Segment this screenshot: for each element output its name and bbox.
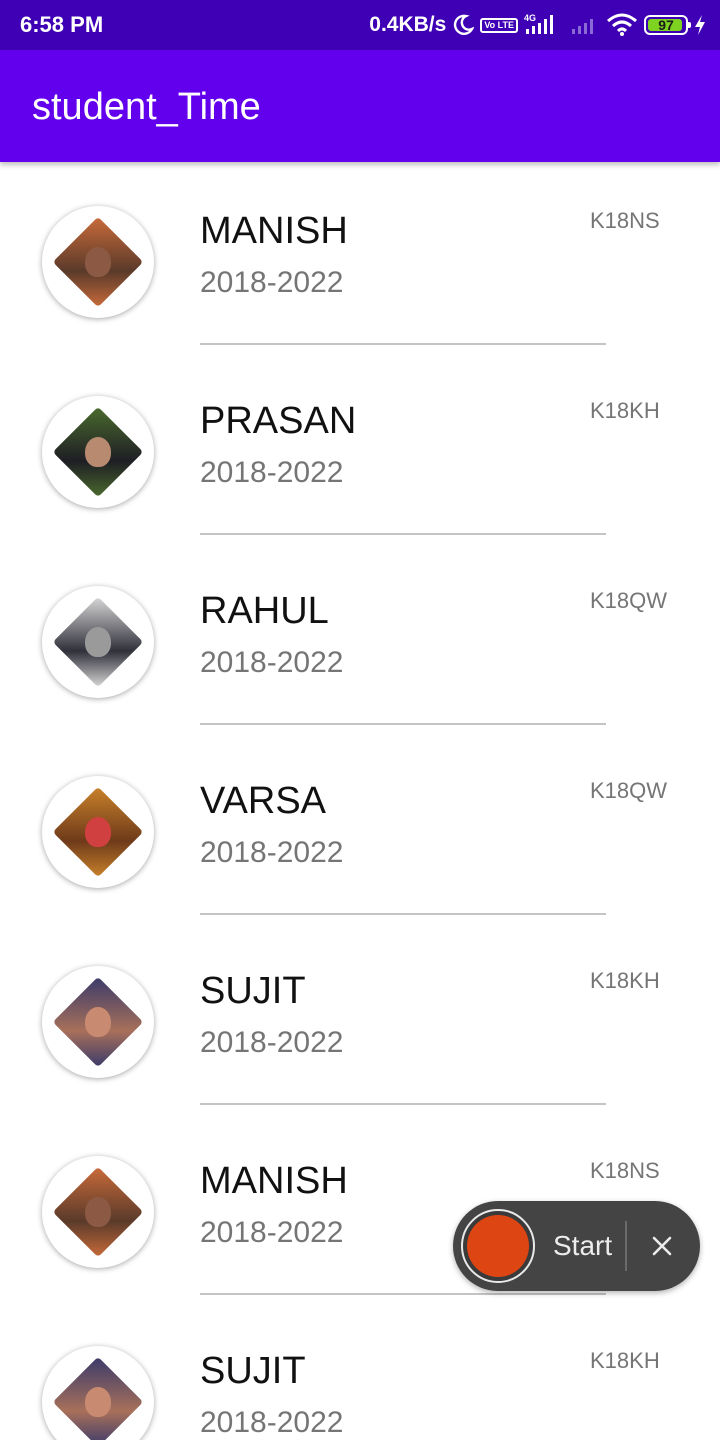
close-recorder-button[interactable] [643, 1227, 681, 1265]
wifi-icon [606, 13, 638, 37]
status-time: 6:58 PM [20, 12, 104, 37]
student-row[interactable]: PRASAN 2018-2022 K18KH [0, 352, 720, 542]
screen-recorder-overlay: Start [453, 1201, 700, 1291]
student-avatar [42, 1346, 154, 1440]
student-name: RAHUL [200, 590, 329, 632]
student-section: K18KH [590, 968, 660, 993]
recorder-divider [625, 1221, 627, 1271]
student-years: 2018-2022 [200, 1406, 344, 1439]
student-years: 2018-2022 [200, 646, 344, 679]
student-row[interactable]: SUJIT 2018-2022 K18KH [0, 922, 720, 1112]
row-divider [200, 1293, 606, 1295]
start-button[interactable]: Start [553, 1230, 612, 1262]
row-divider [200, 723, 606, 725]
signal-empty-icon [570, 13, 600, 37]
student-section: K18KH [590, 1348, 660, 1373]
avatar-image [52, 596, 144, 688]
avatar-image [52, 976, 144, 1068]
row-divider [200, 533, 606, 535]
close-icon [652, 1236, 672, 1256]
volte-icon: Vo LTE [480, 17, 518, 33]
student-avatar [42, 396, 154, 508]
record-button[interactable] [461, 1209, 535, 1283]
avatar-image [52, 406, 144, 498]
student-section: K18QW [590, 778, 668, 803]
student-section: K18NS [590, 1158, 660, 1183]
student-years: 2018-2022 [200, 1026, 344, 1059]
app-title: student_Time [32, 86, 261, 128]
student-years: 2018-2022 [200, 266, 344, 299]
student-avatar [42, 776, 154, 888]
student-row[interactable]: VARSA 2018-2022 K18QW [0, 732, 720, 922]
student-section: K18QW [590, 588, 668, 613]
student-name: MANISH [200, 1160, 348, 1202]
student-section: K18NS [590, 208, 660, 233]
student-section: K18KH [590, 398, 660, 423]
student-avatar [42, 1156, 154, 1268]
row-divider [200, 343, 606, 345]
avatar-image [52, 1166, 144, 1258]
avatar-image [52, 1356, 144, 1440]
network-speed: 0.4KB/s [369, 13, 447, 36]
record-dot-icon [467, 1215, 529, 1277]
student-name: MANISH [200, 210, 348, 252]
student-avatar [42, 206, 154, 318]
student-row[interactable]: RAHUL 2018-2022 K18QW [0, 542, 720, 732]
avatar-image [52, 786, 144, 878]
student-years: 2018-2022 [200, 836, 344, 869]
student-avatar [42, 966, 154, 1078]
status-bar: 6:58 PM 0.4KB/s Vo LTE 4G 97 [0, 0, 720, 50]
charging-icon [694, 14, 706, 36]
student-row[interactable]: MANISH 2018-2022 K18NS [0, 162, 720, 352]
student-name: PRASAN [200, 400, 357, 442]
app-bar: student_Time [0, 50, 720, 162]
student-name: SUJIT [200, 1350, 306, 1392]
row-divider [200, 1103, 606, 1105]
battery-icon: 97 [644, 15, 691, 35]
moon-icon [452, 14, 475, 36]
student-avatar [42, 586, 154, 698]
row-divider [200, 913, 606, 915]
student-name: SUJIT [200, 970, 306, 1012]
avatar-image [52, 216, 144, 308]
signal-4g-icon: 4G [524, 13, 564, 37]
student-row[interactable]: SUJIT 2018-2022 K18KH [0, 1302, 720, 1440]
student-years: 2018-2022 [200, 1216, 344, 1249]
student-name: VARSA [200, 780, 327, 822]
status-icons: 0.4KB/s Vo LTE 4G 97 [369, 10, 706, 40]
student-years: 2018-2022 [200, 456, 344, 489]
svg-text:4G: 4G [524, 13, 536, 23]
